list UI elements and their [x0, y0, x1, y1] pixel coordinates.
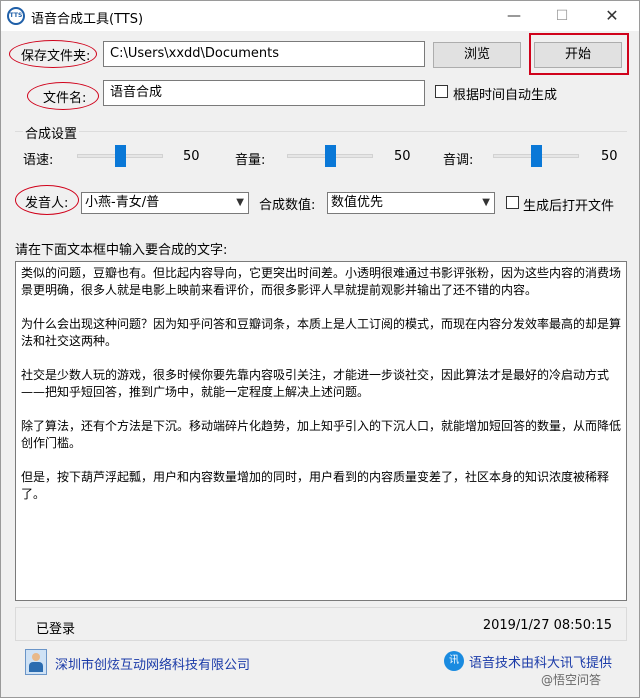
tts-app-icon: TTS	[7, 7, 25, 25]
title-bar[interactable]: TTS 语音合成工具(TTS) — ☐ ✕	[1, 1, 639, 31]
open-after-checkbox-label: 生成后打开文件	[523, 199, 615, 214]
filename-input[interactable]: 语音合成	[103, 80, 425, 106]
volume-value: 50	[394, 149, 411, 164]
filename-label: 文件名:	[43, 91, 87, 106]
text-paragraph: 为什么会出现这种问题？因为知乎问答和豆瓣词条，本质上是人工订阅的模式，而现在内容…	[21, 317, 622, 348]
maximize-button[interactable]: ☐	[539, 1, 585, 31]
chevron-down-icon: ▼	[482, 197, 490, 208]
pitch-slider-thumb[interactable]	[530, 145, 542, 167]
speaker-select-value: 小燕-青女/普	[85, 195, 160, 210]
window-title: 语音合成工具(TTS)	[31, 12, 144, 27]
value-mode-label: 合成数值:	[259, 198, 316, 213]
text-paragraph: 类似的问题，豆瓣也有。但比起内容导向，它更突出时间差。小透明很难通过书影评张粉，…	[21, 266, 622, 297]
close-button[interactable]: ✕	[589, 1, 635, 31]
volume-slider-thumb[interactable]	[324, 145, 336, 167]
browse-button[interactable]: 浏览	[433, 42, 521, 68]
status-bar: 已登录 2019/1/27 08:50:15	[15, 607, 627, 641]
settings-group-title: 合成设置	[23, 123, 80, 142]
speed-label: 语速:	[23, 153, 54, 168]
company-link[interactable]: 深圳市创炫互动网络科技有限公司	[55, 654, 250, 673]
watermark: @悟空问答	[541, 673, 602, 687]
open-after-checkbox[interactable]	[506, 196, 519, 209]
iflytek-logo-icon: 讯	[444, 651, 464, 671]
pitch-label: 音调:	[443, 153, 474, 168]
pitch-value: 50	[601, 149, 618, 164]
text-input-prompt: 请在下面文本框中输入要合成的文字:	[15, 243, 228, 258]
minimize-button[interactable]: —	[491, 1, 537, 31]
speaker-label: 发音人:	[25, 196, 69, 211]
value-mode-select-value: 数值优先	[331, 195, 384, 210]
tech-provider-link[interactable]: 语音技术由科大讯飞提供	[469, 652, 612, 671]
company-logo-icon	[25, 649, 47, 675]
login-status: 已登录	[36, 622, 76, 637]
auto-name-checkbox-label: 根据时间自动生成	[453, 88, 558, 103]
folder-label: 保存文件夹:	[21, 49, 91, 64]
text-paragraph: 除了算法，还有个方法是下沉。移动端碎片化趋势，加上知乎引入的下沉人口，就能增加短…	[21, 419, 622, 450]
text-paragraph: 社交是少数人玩的游戏，很多时候你要先靠内容吸引关注，才能进一步谈社交，因此算法才…	[21, 368, 610, 399]
app-window: TTS 语音合成工具(TTS) — ☐ ✕ 保存文件夹: C:\Users\xx…	[0, 0, 640, 698]
status-datetime: 2019/1/27 08:50:15	[482, 618, 612, 633]
start-button[interactable]: 开始	[534, 42, 622, 68]
folder-path-input[interactable]: C:\Users\xxdd\Documents	[103, 41, 425, 67]
speed-slider-thumb[interactable]	[114, 145, 126, 167]
text-paragraph: 但是，按下葫芦浮起瓢，用户和内容数量增加的同时，用户看到的内容质量变差了，社区本…	[21, 470, 610, 501]
speed-value: 50	[183, 149, 200, 164]
speaker-select[interactable]: 小燕-青女/普 ▼	[81, 192, 249, 214]
volume-label: 音量:	[235, 153, 266, 168]
settings-group-border	[15, 131, 627, 132]
auto-name-checkbox[interactable]	[435, 85, 448, 98]
text-input-area[interactable]: 类似的问题，豆瓣也有。但比起内容导向，它更突出时间差。小透明很难通过书影评张粉，…	[15, 261, 627, 601]
chevron-down-icon: ▼	[236, 197, 244, 208]
value-mode-select[interactable]: 数值优先 ▼	[327, 192, 495, 214]
